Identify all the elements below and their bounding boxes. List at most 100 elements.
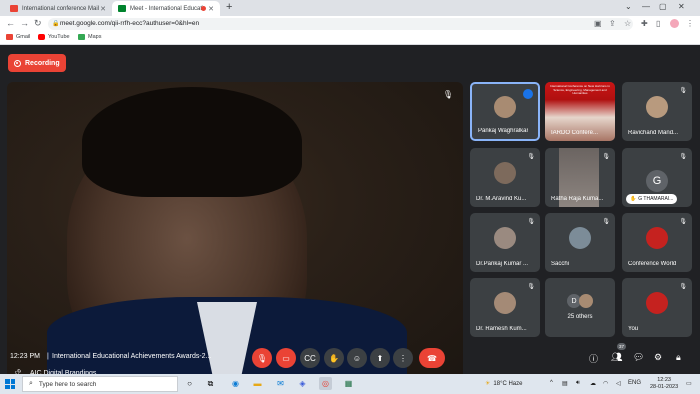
avatar <box>494 226 516 249</box>
participant-tile[interactable]: International Conference on New Horizons… <box>545 82 615 141</box>
close-icon[interactable]: ✕ <box>100 5 106 13</box>
participant-name: Conference World <box>628 261 677 267</box>
excel-icon[interactable]: ▦ <box>342 377 355 390</box>
avatar <box>579 294 593 308</box>
forward-icon[interactable]: → <box>20 18 29 28</box>
participant-tile[interactable]: 🎙︎ Conference World <box>622 213 692 272</box>
network-icon[interactable]: ▤ <box>562 380 568 387</box>
captions-button[interactable]: CC <box>300 348 320 368</box>
raise-hand-button[interactable]: ✋ <box>324 348 344 368</box>
search-placeholder: Type here to search <box>38 380 97 388</box>
participant-name: Pankaj Waghralkar <box>478 128 529 134</box>
reactions-button[interactable]: ☺ <box>347 348 367 368</box>
wifi-icon[interactable]: ◠ <box>603 380 608 387</box>
maximize-icon[interactable]: ▢ <box>659 2 667 11</box>
self-tile[interactable]: 🎙︎ You <box>622 278 692 337</box>
reload-icon[interactable]: ↻ <box>34 18 42 29</box>
activities-icon[interactable]: ⚙ <box>654 352 662 363</box>
weather-widget[interactable]: ☀ 18°C Haze <box>485 380 522 388</box>
mic-off-icon: 🎙︎ <box>602 154 610 160</box>
recording-dot-icon <box>201 6 206 11</box>
volume-icon[interactable]: 🔊︎ <box>576 380 580 387</box>
share-icon[interactable]: ⇪ <box>609 19 616 28</box>
leave-call-button[interactable]: ☎ <box>419 348 445 368</box>
language-indicator[interactable]: ENG <box>628 380 641 386</box>
mic-off-icon: 🎙︎ <box>527 219 535 225</box>
bookmarks-bar: Gmail YouTube Maps <box>0 32 700 45</box>
tab-meet[interactable]: Meet - International Educati ✕ <box>112 1 220 16</box>
side-panel-icon[interactable]: ▯ <box>656 19 660 28</box>
chrome-icon[interactable]: ◎ <box>319 377 332 390</box>
cortana-icon[interactable]: ○ <box>183 377 196 390</box>
tab-search-icon[interactable]: ⌄ <box>625 2 632 11</box>
window-close-icon[interactable]: ✕ <box>678 2 685 11</box>
participant-name: Dr. Ramesh Kum... <box>476 326 527 332</box>
menu-icon[interactable]: ⋮ <box>686 19 694 28</box>
avatar <box>494 291 516 314</box>
meet-area: Recording 🎙︎ 📌︎ AIC Digital Brandings Pa… <box>0 45 700 383</box>
others-tile[interactable]: D 25 others <box>545 278 615 337</box>
profile-avatar[interactable] <box>670 19 679 28</box>
close-icon[interactable]: ✕ <box>208 5 214 13</box>
camera-icon[interactable]: ▣ <box>594 19 602 28</box>
participant-tile[interactable]: 🎙︎ Dr. M.Aravind Ku... <box>470 148 540 207</box>
avatar <box>646 291 668 314</box>
file-explorer-icon[interactable]: ▬ <box>251 377 264 390</box>
taskbar-clock[interactable]: 12:23 28-01-2023 <box>650 377 678 391</box>
mic-off-icon: 🎙︎ <box>527 284 535 290</box>
main-speaker-video[interactable]: 🎙︎ 📌︎ AIC Digital Brandings <box>7 82 463 383</box>
mic-toggle-button[interactable]: 🎙︎ <box>252 348 272 368</box>
participant-tile[interactable]: 🎙︎ Dr. Ramesh Kum... <box>470 278 540 337</box>
mail-icon[interactable]: ✉ <box>274 377 287 390</box>
mic-off-icon: 🎙︎ <box>679 88 687 94</box>
participant-name: Dr.Pankaj Kumar ... <box>476 261 529 267</box>
host-controls-icon[interactable]: 🔒︎ <box>676 352 681 363</box>
back-icon[interactable]: ← <box>6 18 15 28</box>
task-view-icon[interactable]: ⧉ <box>204 377 217 390</box>
windows-start-icon[interactable] <box>5 379 15 389</box>
avatar <box>646 226 668 249</box>
bookmark-label: YouTube <box>48 34 70 40</box>
speaker-icon[interactable]: ◁ <box>616 380 621 387</box>
tray-arrow-icon[interactable]: ^ <box>550 380 553 386</box>
address-bar[interactable]: 🔒 meet.google.com/qii-rrfh-ecc?authuser=… <box>48 18 633 30</box>
taskbar-search-input[interactable]: ⌕ Type here to search <box>22 376 178 392</box>
participant-tile[interactable]: 🎙︎ Ravichand Mand... <box>622 82 692 141</box>
participant-count-badge: 37 <box>617 343 627 350</box>
bookmark-youtube[interactable]: YouTube <box>38 34 70 40</box>
mic-off-icon: 🎙︎ <box>442 90 453 99</box>
edge-icon[interactable]: ◉ <box>229 377 242 390</box>
info-icon[interactable]: ⓘ <box>589 352 598 365</box>
participant-tile[interactable]: Pankaj Waghralkar <box>470 82 540 141</box>
participant-tile[interactable]: 🎙︎ Ratha Raja Kuma... <box>545 148 615 207</box>
speaker-hair <box>82 87 302 197</box>
bookmark-gmail[interactable]: Gmail <box>6 34 30 40</box>
minimize-icon[interactable]: — <box>642 2 650 11</box>
avatar <box>494 161 516 184</box>
star-icon[interactable]: ☆ <box>624 19 631 28</box>
participant-tile[interactable]: 🎙︎ Dr.Pankaj Kumar ... <box>470 213 540 272</box>
notification-icon[interactable]: ▭ <box>686 380 692 387</box>
lock-icon: 🔒 <box>52 21 60 27</box>
participant-name: Sacchi <box>551 261 570 267</box>
participant-tile[interactable]: 🎙︎ Sacchi <box>545 213 615 272</box>
extensions-icon[interactable]: ✚ <box>641 19 648 28</box>
record-icon <box>14 59 21 67</box>
app-icon[interactable]: ◈ <box>296 377 309 390</box>
new-tab-button[interactable]: + <box>226 1 232 13</box>
mic-off-icon: 🎙︎ <box>602 219 610 225</box>
participant-name: G THAMARAI... <box>638 196 674 202</box>
avatar <box>494 96 516 119</box>
others-count: 25 others <box>567 314 593 320</box>
recording-badge[interactable]: Recording <box>8 54 66 72</box>
cloud-icon[interactable]: ☁ <box>590 380 596 387</box>
present-button[interactable]: ⬆ <box>370 348 390 368</box>
tab-gmail[interactable]: International conference Mail ✕ <box>4 1 112 16</box>
participant-tile[interactable]: 🎙︎ G ✋ G THAMARAI... <box>622 148 692 207</box>
more-options-button[interactable]: ⋮ <box>393 348 413 368</box>
chat-icon[interactable]: 💬︎ <box>633 352 644 363</box>
avatar <box>646 95 668 118</box>
bookmark-maps[interactable]: Maps <box>78 34 101 40</box>
camera-toggle-button[interactable]: ▭ <box>276 348 296 368</box>
people-icon[interactable]: 👥︎ <box>611 352 622 363</box>
